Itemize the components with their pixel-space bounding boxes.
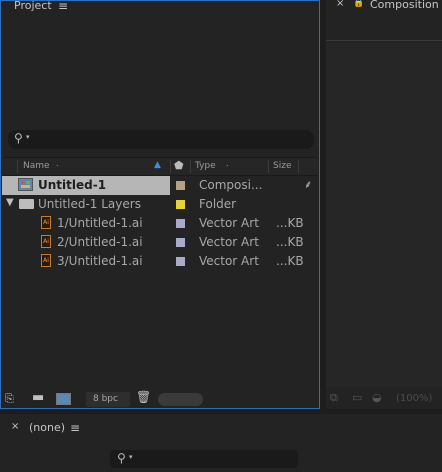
always-preview-icon[interactable]: ⧉	[330, 391, 338, 405]
timeline-tab-title[interactable]: (none)	[29, 421, 65, 434]
item-label-swatch[interactable]	[176, 238, 185, 247]
label-tag-icon[interactable]: ⬟	[174, 159, 184, 172]
item-label-swatch[interactable]	[176, 219, 185, 228]
project-toolbar: ⎘ ▬ 8 bpc 🗑	[2, 390, 318, 408]
search-icon: ⚲	[14, 131, 23, 145]
search-icon: ⚲	[117, 451, 126, 465]
item-name: 1/Untitled-1.ai	[57, 216, 143, 230]
folder-icon	[19, 199, 34, 209]
new-composition-icon[interactable]	[56, 393, 71, 405]
column-name[interactable]: Name	[23, 161, 50, 171]
item-label-swatch[interactable]	[176, 257, 185, 266]
item-label-swatch[interactable]	[176, 181, 185, 190]
vr-goggles-icon[interactable]: ◒	[372, 391, 382, 404]
item-type: Folder	[199, 197, 237, 211]
item-size: ...KB	[276, 254, 304, 268]
project-tab-title[interactable]: Project	[14, 0, 52, 12]
project-item-row[interactable]: Ai 1/Untitled-1.ai Vector Art ...KB	[2, 214, 318, 233]
column-type-menu-icon[interactable]: .	[226, 159, 229, 168]
illustrator-file-icon: Ai	[41, 216, 51, 229]
new-folder-icon[interactable]: ▬	[32, 390, 44, 405]
trash-icon[interactable]: 🗑	[136, 390, 151, 404]
item-name: Untitled-1	[38, 178, 107, 192]
panel-menu-icon[interactable]: ≡	[58, 0, 68, 13]
item-type: Composi...	[199, 178, 263, 192]
item-type: Vector Art	[199, 254, 259, 268]
column-size[interactable]: Size	[273, 161, 291, 171]
composition-tab-title[interactable]: Composition	[370, 0, 439, 11]
search-dropdown-icon[interactable]: ▾	[129, 453, 133, 461]
zoom-level[interactable]: (100%)	[396, 393, 432, 404]
project-item-row[interactable]: Ai 2/Untitled-1.ai Vector Art ...KB	[2, 233, 318, 252]
column-header: Name . ▲ ⬟ Type . Size	[2, 157, 318, 176]
illustrator-file-icon: Ai	[41, 254, 51, 267]
column-type[interactable]: Type	[195, 161, 216, 171]
item-type: Vector Art	[199, 216, 259, 230]
close-icon[interactable]: ×	[11, 421, 19, 432]
project-item-row[interactable]: ▼ Untitled-1 Layers Folder	[2, 195, 318, 214]
project-item-row[interactable]: Ai 3/Untitled-1.ai Vector Art ...KB	[2, 252, 318, 271]
monitor-icon[interactable]: ▭	[352, 391, 362, 404]
timeline-search-input[interactable]: ⚲ ▾	[110, 450, 298, 468]
lock-icon[interactable]: 🔒	[353, 0, 364, 8]
thumbnail-size-slider[interactable]	[158, 393, 203, 406]
interpret-footage-icon[interactable]: ⎘	[5, 392, 14, 406]
item-name: 2/Untitled-1.ai	[57, 235, 143, 249]
composition-viewer[interactable]	[326, 43, 442, 387]
flowchart-icon[interactable]: ⸙	[304, 177, 312, 192]
item-name: 3/Untitled-1.ai	[57, 254, 143, 268]
illustrator-file-icon: Ai	[41, 235, 51, 248]
column-name-menu-icon[interactable]: .	[56, 159, 59, 168]
close-icon[interactable]: ×	[336, 0, 344, 9]
composition-toolbar: ⧉ ▭ ◒ (100%)	[326, 390, 442, 408]
sort-ascending-icon[interactable]: ▲	[154, 160, 161, 170]
folder-expand-icon[interactable]: ▼	[6, 197, 14, 208]
bit-depth-button[interactable]: 8 bpc	[86, 392, 130, 407]
project-item-row[interactable]: Untitled-1 Composi... ⸙	[2, 176, 318, 195]
item-name: Untitled-1 Layers	[38, 197, 141, 211]
panel-menu-icon[interactable]: ≡	[70, 421, 80, 435]
item-size: ...KB	[276, 216, 304, 230]
item-type: Vector Art	[199, 235, 259, 249]
project-search-input[interactable]: ⚲ ▾	[8, 130, 314, 149]
composition-icon	[18, 178, 33, 191]
item-size: ...KB	[276, 235, 304, 249]
item-label-swatch[interactable]	[176, 200, 185, 209]
search-dropdown-icon[interactable]: ▾	[26, 133, 30, 141]
